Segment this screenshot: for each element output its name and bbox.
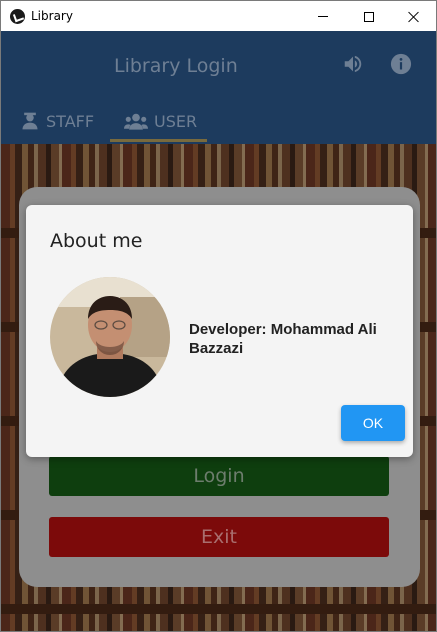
staff-icon	[22, 112, 38, 130]
tab-user[interactable]: USER	[124, 109, 197, 133]
tab-staff[interactable]: STAFF	[20, 109, 94, 133]
tab-staff-label: STAFF	[46, 111, 95, 131]
users-icon	[124, 113, 148, 130]
page-title: Library Login	[114, 55, 238, 77]
window-titlebar: Library	[0, 0, 437, 31]
developer-avatar	[50, 277, 170, 397]
tab-user-indicator	[110, 139, 207, 142]
tab-user-label: USER	[154, 111, 198, 131]
close-button[interactable]	[391, 1, 437, 32]
info-icon[interactable]	[390, 53, 412, 75]
dialog-title: About me	[50, 230, 143, 252]
developer-credit: Developer: Mohammad Ali Bazzazi	[189, 321, 377, 357]
window-title: Library	[31, 9, 73, 23]
app-header: Library Login STAFF USER	[1, 31, 436, 144]
maximize-icon	[364, 11, 374, 22]
login-button[interactable]: Login	[49, 456, 389, 496]
about-dialog: About me Developer: Mohammad Ali Bazzazi…	[26, 205, 413, 457]
minimize-button[interactable]	[300, 1, 346, 32]
exit-button[interactable]: Exit	[49, 517, 389, 557]
app-logo-icon	[10, 9, 25, 24]
minimize-icon	[318, 16, 328, 17]
speaker-icon[interactable]	[342, 53, 364, 75]
ok-button[interactable]: OK	[341, 405, 405, 441]
app-window: Library Login STAFF USER Login Exit Abou…	[0, 31, 437, 632]
close-icon	[408, 11, 420, 23]
maximize-button[interactable]	[346, 1, 392, 32]
